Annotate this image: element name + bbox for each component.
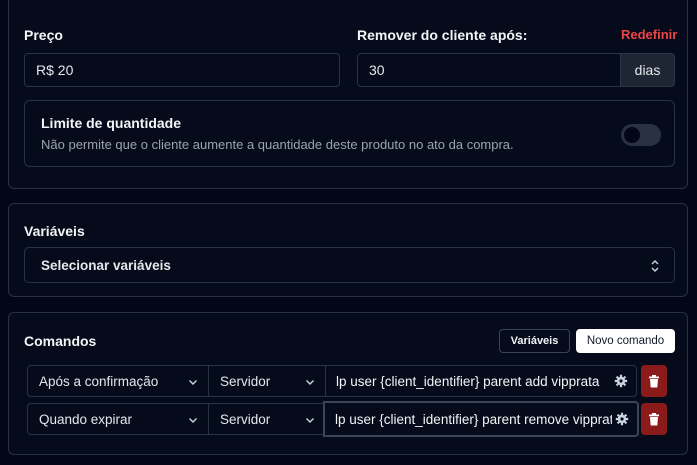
chevron-down-icon: [305, 375, 315, 390]
trash-icon: [649, 412, 659, 425]
command-input[interactable]: lp user {client_identifier} parent add v…: [325, 365, 637, 397]
remove-days-input[interactable]: 30: [357, 53, 621, 87]
commands-card: Comandos Variáveis Novo comando Após a c…: [8, 312, 688, 455]
commands-title: Comandos: [24, 333, 97, 349]
chevron-down-icon: [188, 375, 198, 390]
toggle-knob: [624, 127, 640, 143]
gear-icon[interactable]: [611, 374, 628, 391]
delete-command-button[interactable]: [641, 365, 667, 397]
command-target-value: Servidor: [220, 411, 271, 427]
quantity-limit-description: Não permite que o cliente aumente a quan…: [41, 137, 514, 152]
reset-link[interactable]: Redefinir: [621, 27, 677, 42]
quantity-limit-title: Limite de quantidade: [41, 115, 182, 131]
variables-card: Variáveis Selecionar variáveis: [8, 203, 688, 297]
command-trigger-value: Quando expirar: [39, 411, 133, 427]
price-input[interactable]: R$ 20: [24, 53, 340, 87]
trash-icon: [649, 374, 659, 387]
variables-select-value: Selecionar variáveis: [41, 257, 171, 273]
gear-icon[interactable]: [612, 412, 629, 429]
select-updown-icon: [650, 259, 660, 276]
new-command-button[interactable]: Novo comando: [576, 329, 675, 353]
variables-title: Variáveis: [24, 223, 85, 239]
remove-after-label: Remover do cliente após:: [357, 27, 528, 43]
chevron-down-icon: [305, 413, 315, 428]
command-target-select[interactable]: Servidor: [208, 403, 326, 435]
command-target-select[interactable]: Servidor: [208, 365, 326, 397]
command-target-value: Servidor: [220, 373, 271, 389]
command-trigger-value: Após a confirmação: [39, 373, 159, 389]
command-text: lp user {client_identifier} parent add v…: [336, 373, 600, 389]
command-text: lp user {client_identifier} parent remov…: [335, 411, 621, 427]
variables-select[interactable]: Selecionar variáveis: [24, 247, 675, 283]
quantity-limit-box: Limite de quantidade Não permite que o c…: [24, 100, 675, 167]
command-trigger-select[interactable]: Após a confirmação: [27, 365, 209, 397]
chevron-down-icon: [188, 413, 198, 428]
command-input[interactable]: lp user {client_identifier} parent remov…: [323, 401, 639, 437]
days-unit-addon: dias: [621, 53, 675, 87]
delete-command-button[interactable]: [641, 403, 667, 435]
command-trigger-select[interactable]: Quando expirar: [27, 403, 209, 435]
price-label: Preço: [24, 27, 63, 43]
pricing-card: Preço R$ 20 Remover do cliente após: Red…: [8, 0, 688, 189]
variables-button[interactable]: Variáveis: [499, 329, 570, 353]
quantity-limit-toggle[interactable]: [621, 124, 661, 146]
